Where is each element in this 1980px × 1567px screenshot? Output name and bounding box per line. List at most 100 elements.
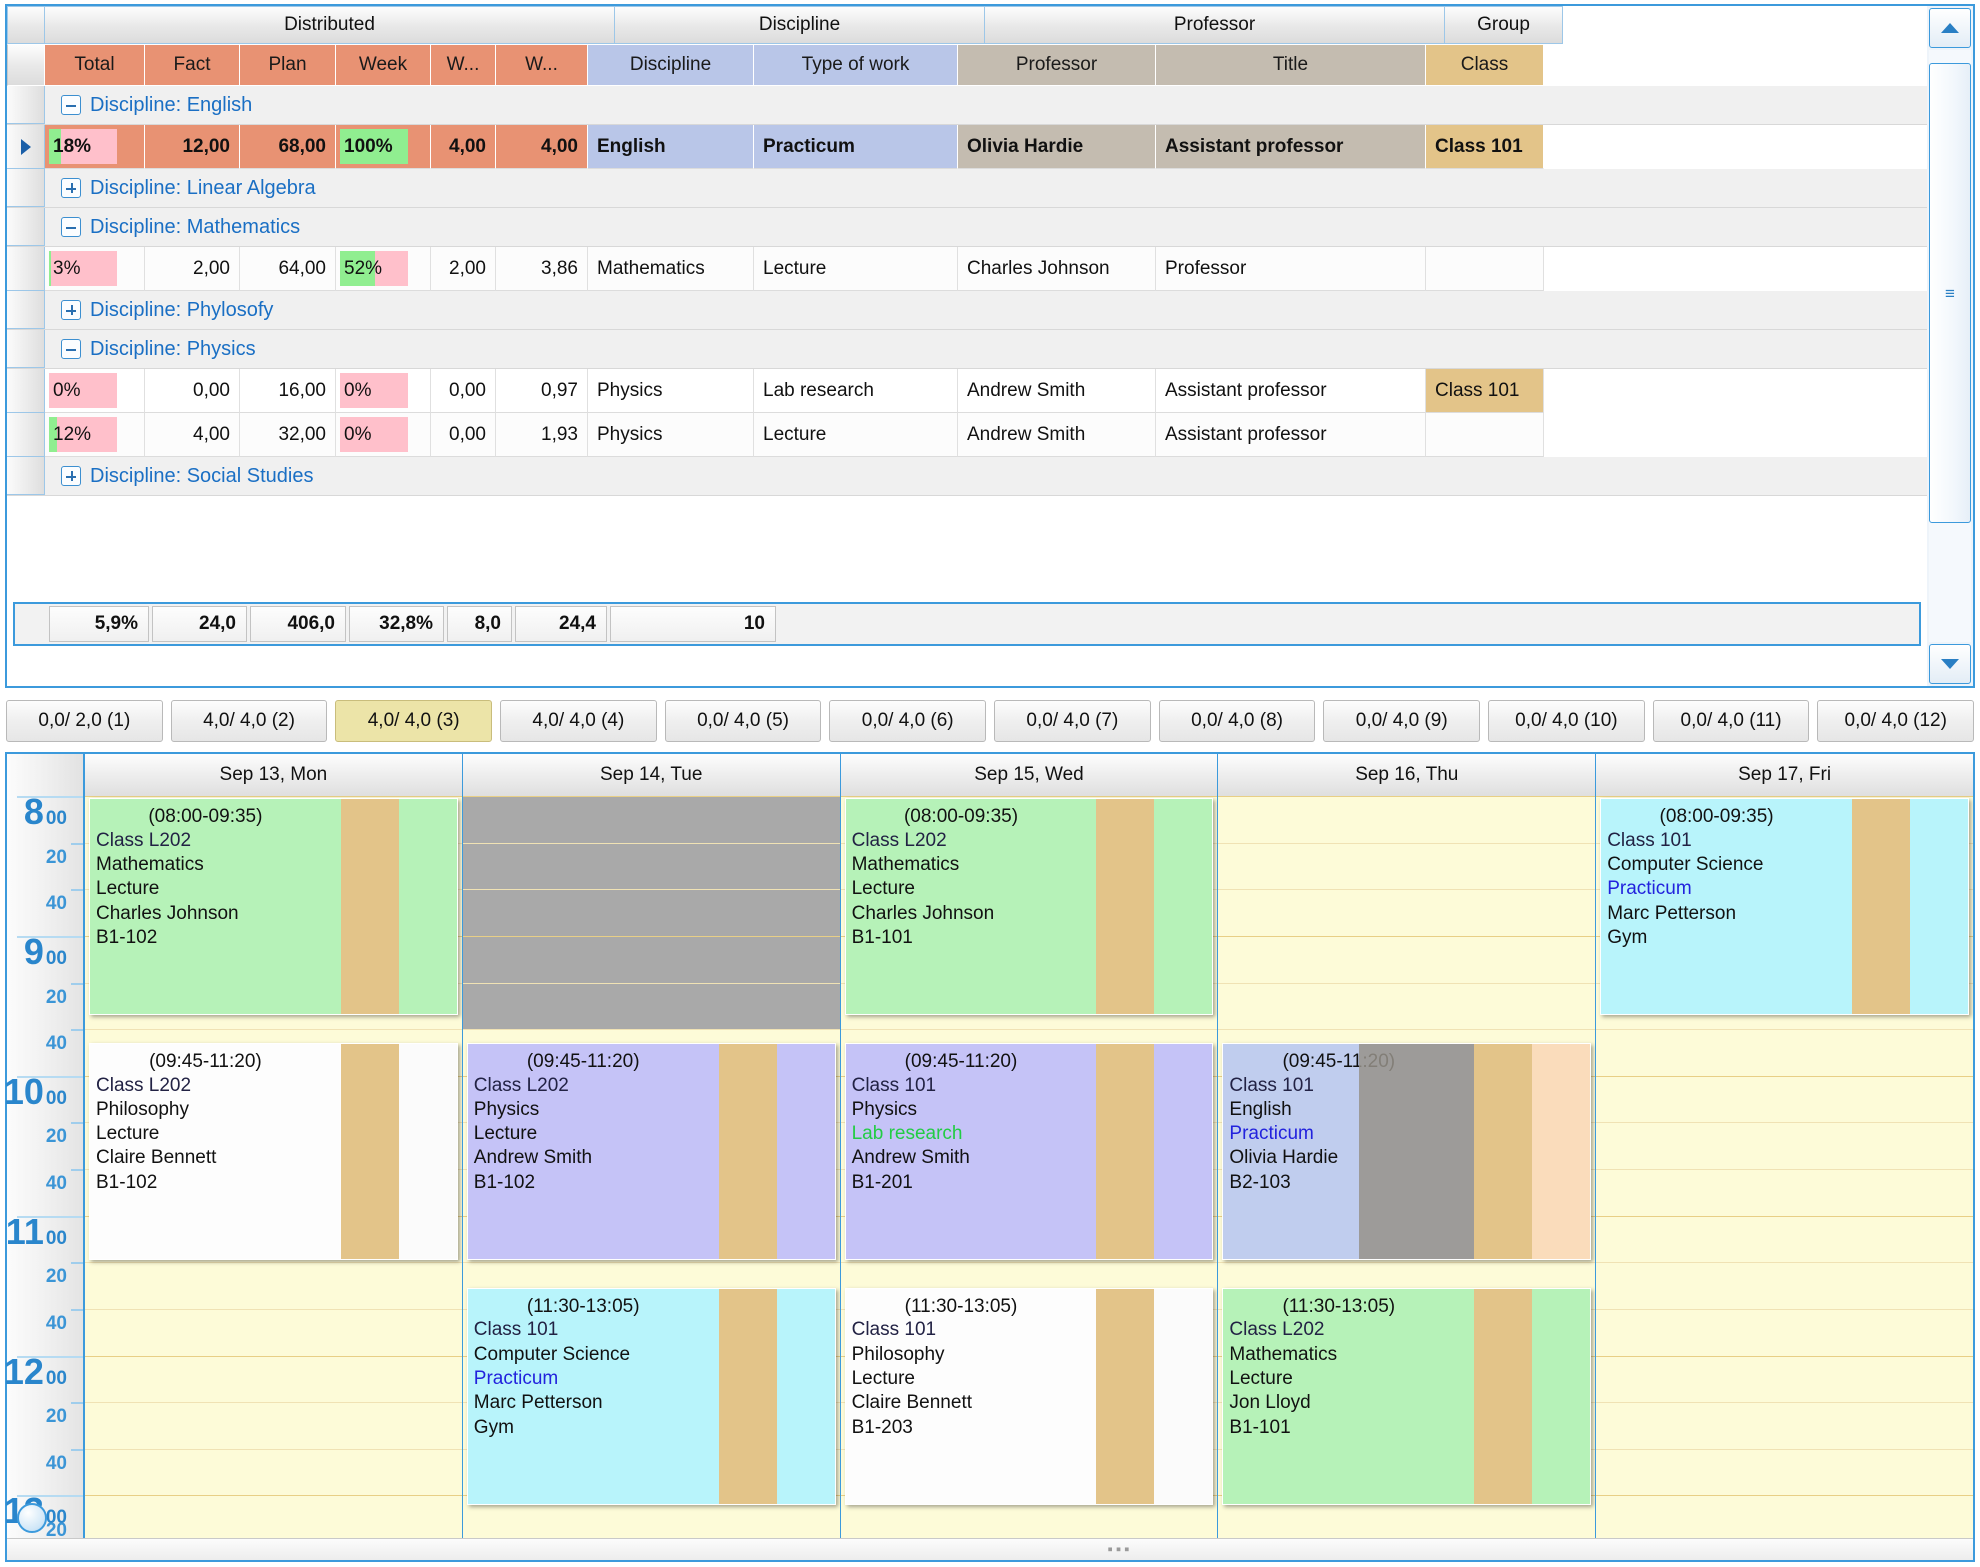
cell-type[interactable]: Practicum [754, 125, 958, 169]
cell-professor[interactable]: Andrew Smith [958, 413, 1156, 457]
cell-total[interactable]: 12% [45, 413, 145, 457]
discipline-group-row[interactable]: Discipline: Phylosofy [7, 291, 1927, 330]
column-header-plan[interactable]: Plan [240, 44, 336, 86]
cell-w2[interactable]: 4,00 [496, 125, 588, 169]
cell-class[interactable]: Class 101 [1426, 369, 1544, 413]
week-filter-button-12[interactable]: 0,0/ 4,0 (12) [1817, 700, 1975, 742]
table-row[interactable]: 0% 0,00 16,00 0% 0,00 0,97 Physics Lab research… [7, 369, 1927, 413]
expand-icon[interactable] [61, 178, 81, 198]
table-row[interactable]: 18% 12,00 68,00 100% 4,00 4,00 English Practicu… [7, 125, 1927, 169]
day-column-3[interactable]: (09:45-11:20) Class 101 English Practicum Ol… [1218, 796, 1597, 1538]
column-header-fact[interactable]: Fact [145, 44, 240, 86]
discipline-group-row[interactable]: Discipline: Social Studies [7, 457, 1927, 496]
cell-discipline[interactable]: Mathematics [588, 247, 754, 291]
cell-total[interactable]: 18% [45, 125, 145, 169]
discipline-group-row[interactable]: Discipline: Linear Algebra [7, 169, 1927, 208]
column-header-class[interactable]: Class [1426, 44, 1544, 86]
calendar-event[interactable]: (08:00-09:35) Class L202 Mathematics Lectur… [844, 798, 1214, 1016]
cell-plan[interactable]: 64,00 [240, 247, 336, 291]
cell-type[interactable]: Lecture [754, 413, 958, 457]
discipline-group-row[interactable]: Discipline: Physics [7, 330, 1927, 369]
band-header-discipline[interactable]: Discipline [615, 6, 985, 44]
band-header-distributed[interactable]: Distributed [45, 6, 615, 44]
day-column-4[interactable]: (08:00-09:35) Class 101 Computer Science Pr… [1596, 796, 1973, 1538]
cell-type[interactable]: Lecture [754, 247, 958, 291]
day-column-2[interactable]: (08:00-09:35) Class L202 Mathematics Lectur… [840, 796, 1219, 1538]
calendar-event[interactable]: (09:45-11:20) Class L202 Philosophy Lecture… [89, 1042, 458, 1261]
table-row[interactable]: 3% 2,00 64,00 52% 2,00 3,86 Mathematics Lecture… [7, 247, 1927, 291]
cell-discipline[interactable]: Physics [588, 413, 754, 457]
cell-w1[interactable]: 4,00 [431, 125, 496, 169]
calendar-event[interactable]: (11:30-13:05) Class 101 Computer Science Pr… [466, 1287, 836, 1506]
cell-w1[interactable]: 0,00 [431, 369, 496, 413]
cell-plan[interactable]: 32,00 [240, 413, 336, 457]
cell-total[interactable]: 0% [45, 369, 145, 413]
cell-class[interactable]: Class 101 [1426, 125, 1544, 169]
cell-w2[interactable]: 0,97 [496, 369, 588, 413]
column-header-typeofwork[interactable]: Type of work [754, 44, 958, 86]
column-header-total[interactable]: Total [45, 44, 145, 86]
week-filter-button-1[interactable]: 0,0/ 2,0 (1) [6, 700, 163, 742]
grid-vertical-scrollbar[interactable]: ≡ [1927, 6, 1973, 686]
calendar-event[interactable]: (09:45-11:20) Class L202 Physics Lecture And… [466, 1042, 836, 1261]
cell-fact[interactable]: 4,00 [145, 413, 240, 457]
cell-class[interactable] [1426, 247, 1544, 291]
collapse-icon[interactable] [61, 95, 81, 115]
discipline-group-row[interactable]: Discipline: Mathematics [7, 208, 1927, 247]
expand-icon[interactable] [61, 466, 81, 486]
week-filter-button-6[interactable]: 0,0/ 4,0 (6) [829, 700, 987, 742]
day-header-3[interactable]: Sep 16, Thu [1218, 754, 1597, 796]
week-filter-button-11[interactable]: 0,0/ 4,0 (11) [1652, 700, 1810, 742]
cell-title[interactable]: Assistant professor [1156, 413, 1426, 457]
column-header-w[interactable]: W... [496, 44, 588, 86]
calendar-event[interactable]: (11:30-13:05) Class 101 Philosophy Lecture C… [844, 1287, 1214, 1506]
cell-w1[interactable]: 2,00 [431, 247, 496, 291]
cell-week[interactable]: 0% [336, 369, 431, 413]
calendar-event[interactable]: (11:30-13:05) Class L202 Mathematics Lectur… [1222, 1287, 1592, 1506]
cell-week[interactable]: 52% [336, 247, 431, 291]
collapse-icon[interactable] [61, 339, 81, 359]
cell-w2[interactable]: 1,93 [496, 413, 588, 457]
day-header-2[interactable]: Sep 15, Wed [840, 754, 1219, 796]
time-gutter[interactable]: 8002040900204010002040110020401200204013… [4, 794, 85, 1541]
scroll-down-button[interactable] [1929, 644, 1971, 684]
cell-title[interactable]: Professor [1156, 247, 1426, 291]
column-header-discipline[interactable]: Discipline [588, 44, 754, 86]
day-column-0[interactable]: (08:00-09:35) Class L202 Mathematics Lectur… [85, 796, 463, 1538]
calendar-event[interactable]: (08:00-09:35) Class L202 Mathematics Lectur… [89, 798, 458, 1016]
cell-plan[interactable]: 68,00 [240, 125, 336, 169]
collapse-icon[interactable] [61, 217, 81, 237]
cell-class[interactable] [1426, 413, 1544, 457]
column-header-w[interactable]: W... [431, 44, 496, 86]
week-filter-button-7[interactable]: 0,0/ 4,0 (7) [994, 700, 1151, 742]
day-header-0[interactable]: Sep 13, Mon [85, 754, 463, 796]
cell-plan[interactable]: 16,00 [240, 369, 336, 413]
cell-total[interactable]: 3% [45, 247, 145, 291]
day-column-1[interactable]: (09:45-11:20) Class L202 Physics Lecture And… [462, 796, 841, 1538]
cell-discipline[interactable]: English [588, 125, 754, 169]
week-filter-button-8[interactable]: 0,0/ 4,0 (8) [1158, 700, 1316, 742]
band-header-group[interactable]: Group [1445, 6, 1563, 44]
week-filter-button-5[interactable]: 0,0/ 4,0 (5) [664, 700, 822, 742]
day-header-1[interactable]: Sep 14, Tue [462, 754, 841, 796]
column-header-title[interactable]: Title [1156, 44, 1426, 86]
cell-discipline[interactable]: Physics [588, 369, 754, 413]
expand-icon[interactable] [61, 300, 81, 320]
scroll-up-button[interactable] [1929, 8, 1971, 48]
cell-fact[interactable]: 0,00 [145, 369, 240, 413]
week-filter-button-3[interactable]: 4,0/ 4,0 (3) [335, 700, 493, 742]
scrollbar-thumb[interactable]: ≡ [1929, 63, 1971, 523]
band-header-professor[interactable]: Professor [985, 6, 1445, 44]
cell-title[interactable]: Assistant professor [1156, 125, 1426, 169]
cell-professor[interactable]: Charles Johnson [958, 247, 1156, 291]
day-header-4[interactable]: Sep 17, Fri [1596, 754, 1973, 796]
week-filter-button-4[interactable]: 4,0/ 4,0 (4) [500, 700, 657, 742]
cell-w1[interactable]: 0,00 [431, 413, 496, 457]
table-row[interactable]: 12% 4,00 32,00 0% 0,00 1,93 Physics Lecture Andr… [7, 413, 1927, 457]
discipline-group-row[interactable]: Discipline: English [7, 86, 1927, 125]
cell-professor[interactable]: Olivia Hardie [958, 125, 1156, 169]
calendar-event[interactable]: (08:00-09:35) Class 101 Computer Science Pr… [1600, 798, 1969, 1016]
cell-title[interactable]: Assistant professor [1156, 369, 1426, 413]
column-header-professor[interactable]: Professor [958, 44, 1156, 86]
week-filter-button-10[interactable]: 0,0/ 4,0 (10) [1488, 700, 1645, 742]
